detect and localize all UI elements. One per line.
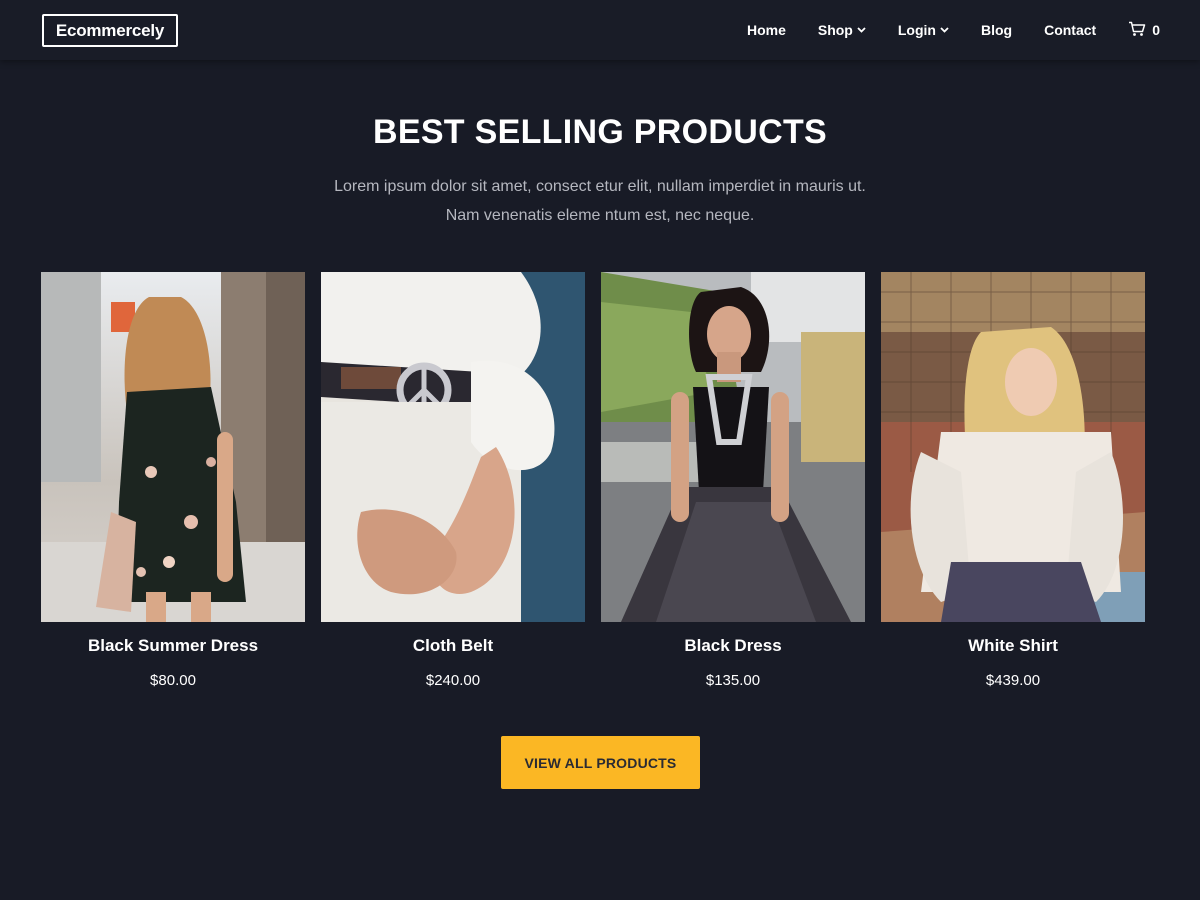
product-image-black-summer-dress[interactable] (41, 272, 305, 622)
cart-count: 0 (1152, 22, 1160, 38)
nav-item-login[interactable]: Login (898, 22, 949, 38)
nav-item-label: Shop (817, 22, 853, 38)
nav-item-home[interactable]: Home (747, 22, 786, 38)
product-name[interactable]: White Shirt (881, 635, 1145, 657)
product-image-white-shirt[interactable] (881, 272, 1145, 622)
nav-item-contact[interactable]: Contact (1044, 22, 1096, 38)
top-navbar: Ecommercely Home Shop Login Blog Contact (0, 0, 1200, 60)
product-card[interactable]: White Shirt $439.00 (881, 272, 1145, 702)
product-name[interactable]: Black Dress (601, 635, 865, 657)
product-name[interactable]: Cloth Belt (321, 635, 585, 657)
brand-logo[interactable]: Ecommercely (42, 14, 178, 47)
nav-item-label: Blog (980, 22, 1013, 38)
product-card[interactable]: Black Summer Dress $80.00 (41, 272, 305, 702)
chevron-down-icon (857, 27, 866, 33)
nav-item-shop[interactable]: Shop (818, 22, 866, 38)
product-price: $135.00 (705, 672, 761, 689)
product-card[interactable]: Cloth Belt $240.00 (321, 272, 585, 702)
view-all-products-button[interactable]: VIEW ALL PRODUCTS (501, 736, 700, 789)
main-nav: Home Shop Login Blog Contact 0 (747, 0, 1160, 60)
product-price: $439.00 (985, 672, 1041, 689)
nav-item-label: Login (897, 22, 936, 38)
nav-item-label: Home (746, 22, 786, 38)
cart-icon (1128, 21, 1146, 40)
section-title: BEST SELLING PRODUCTS (373, 113, 827, 151)
section-description: Lorem ipsum dolor sit amet, consect etur… (300, 172, 900, 230)
product-price: $80.00 (150, 672, 196, 689)
chevron-down-icon (940, 27, 949, 33)
description-line: Lorem ipsum dolor sit amet, consect etur… (334, 178, 866, 195)
product-price: $240.00 (425, 672, 481, 689)
product-name[interactable]: Black Summer Dress (41, 635, 305, 657)
nav-item-label: Contact (1044, 22, 1097, 38)
product-grid: Black Summer Dress $80.00 Cloth Belt $24… (41, 272, 1145, 702)
product-image-black-dress[interactable] (601, 272, 865, 622)
product-image-cloth-belt[interactable] (321, 272, 585, 622)
product-card[interactable]: Black Dress $135.00 (601, 272, 865, 702)
cart-button[interactable]: 0 (1128, 21, 1160, 40)
description-line: Nam venenatis eleme ntum est, nec neque. (445, 207, 755, 224)
nav-item-blog[interactable]: Blog (981, 22, 1012, 38)
